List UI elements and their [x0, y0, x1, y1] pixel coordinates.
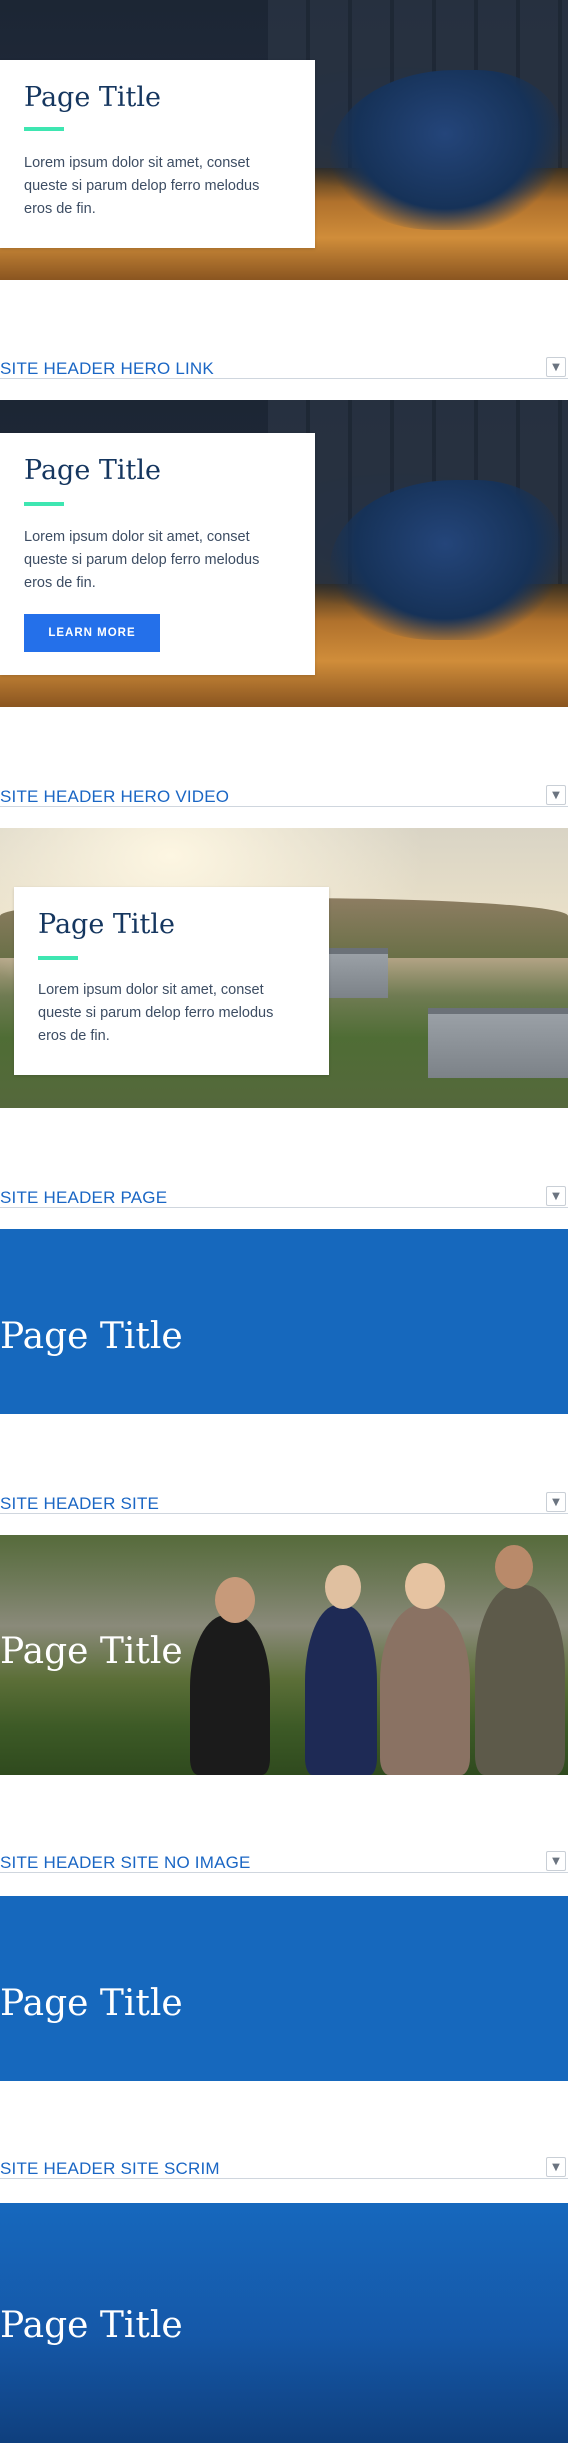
student-photo-detail: [325, 1565, 361, 1609]
section-header-label: SITE HEADER PAGE: [0, 1188, 168, 1207]
chevron-down-icon[interactable]: ▼: [546, 1492, 566, 1512]
chevron-down-icon[interactable]: ▼: [546, 2157, 566, 2177]
hero-body-text: Lorem ipsum dolor sit amet, conset quest…: [24, 529, 260, 591]
learn-more-button[interactable]: LEARN MORE: [24, 614, 160, 652]
page-title: Page Title: [38, 909, 176, 940]
section-header-hero-link: SITE HEADER HERO LINK ▼: [0, 357, 568, 379]
chevron-down-icon[interactable]: ▼: [546, 357, 566, 377]
page-title: Page Title: [0, 2305, 183, 2346]
chevron-down-icon[interactable]: ▼: [546, 785, 566, 805]
page-title: Page Title: [0, 1316, 183, 1357]
hero-video-card: Page Title Lorem ipsum dolor sit amet, c…: [14, 887, 329, 1075]
page-title: Page Title: [24, 82, 162, 113]
student-photo-detail: [405, 1563, 445, 1609]
section-header-label: SITE HEADER SITE: [0, 1494, 160, 1513]
title-accent-rule: [38, 956, 78, 960]
student-photo-detail: [495, 1545, 533, 1589]
page-title: Page Title: [24, 455, 162, 486]
hero-link-card: Page Title Lorem ipsum dolor sit amet, c…: [0, 433, 315, 675]
student-photo-detail: [215, 1577, 255, 1623]
chevron-down-icon[interactable]: ▼: [546, 1851, 566, 1871]
section-header-label: SITE HEADER HERO LINK: [0, 359, 214, 378]
student-photo-detail: [475, 1585, 565, 1775]
section-header-page: SITE HEADER PAGE ▼: [0, 1186, 568, 1208]
section-header-hero-video: SITE HEADER HERO VIDEO ▼: [0, 785, 568, 807]
section-header-label: SITE HEADER HERO VIDEO: [0, 787, 230, 806]
section-header-label: SITE HEADER SITE SCRIM: [0, 2159, 220, 2178]
hero-body-text: Lorem ipsum dolor sit amet, conset quest…: [38, 982, 274, 1044]
page-header-banner: Page Title: [0, 1229, 568, 1414]
site-scrim-banner: Page Title: [0, 2203, 568, 2443]
section-header-label: SITE HEADER SITE NO IMAGE: [0, 1853, 251, 1872]
student-photo-detail: [190, 1615, 270, 1775]
student-photo-detail: [305, 1605, 377, 1775]
page-title: Page Title: [0, 1631, 183, 1672]
student-photo-detail: [380, 1605, 470, 1775]
hero-card: Page Title Lorem ipsum dolor sit amet, c…: [0, 60, 315, 248]
campus-buildings-detail: [428, 1008, 568, 1078]
site-no-image-banner: Page Title: [0, 1896, 568, 2081]
section-header-site-no-image: SITE HEADER SITE NO IMAGE ▼: [0, 1851, 568, 1873]
page-title: Page Title: [0, 1983, 183, 2024]
hero-body-text: Lorem ipsum dolor sit amet, conset quest…: [24, 155, 260, 217]
section-header-site-scrim: SITE HEADER SITE SCRIM ▼: [0, 2157, 568, 2179]
chevron-down-icon[interactable]: ▼: [546, 1186, 566, 1206]
section-header-site: SITE HEADER SITE ▼: [0, 1492, 568, 1514]
title-accent-rule: [24, 502, 64, 506]
site-header-image: Page Title: [0, 1535, 568, 1775]
title-accent-rule: [24, 127, 64, 131]
